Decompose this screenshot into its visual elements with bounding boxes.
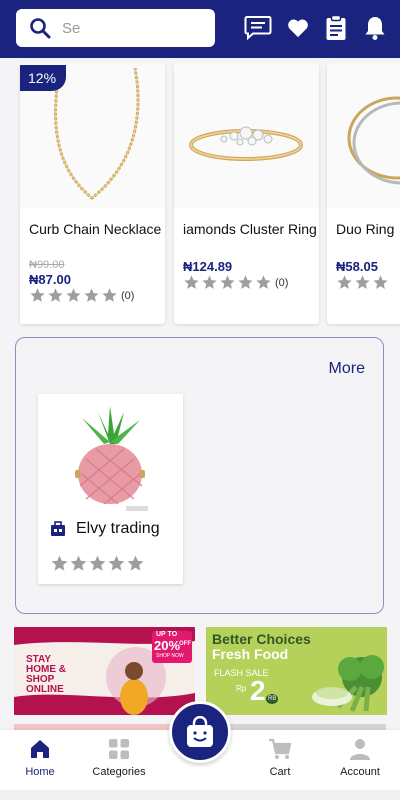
star-icon [108, 555, 125, 571]
product-card[interactable]: Duo Ring ₦58.05 [327, 63, 400, 324]
old-price: ₦99.00 [29, 259, 65, 271]
star-icon [337, 275, 352, 289]
rating-stars: (0) [29, 287, 134, 304]
product-name: iamonds Cluster Ring [183, 221, 317, 237]
rating-count: (0) [275, 276, 289, 289]
rating-stars [336, 274, 390, 291]
star-icon [127, 555, 144, 571]
star-icon [373, 275, 388, 289]
nav-cart-label: Cart [269, 766, 291, 778]
bell-icon[interactable] [361, 14, 389, 42]
star-icon [84, 288, 99, 302]
shop-now-label: SHOP NOW [156, 653, 184, 659]
search-bar[interactable] [16, 9, 215, 47]
up-to-label: UP TO [156, 631, 178, 638]
chat-icon[interactable] [244, 14, 272, 42]
grid-icon [109, 739, 129, 759]
flash-label: FLASH [214, 668, 244, 678]
star-icon [102, 288, 117, 302]
nav-account-label: Account [340, 766, 380, 778]
fresh-food-line-1: Better Choices [212, 631, 311, 647]
product-price: ₦58.05 [336, 259, 378, 274]
star-icon [70, 555, 87, 571]
product-carousel[interactable]: 12% Curb Chain Necklace ₦99.00 ₦87.00 (0… [0, 63, 400, 327]
star-icon [51, 555, 68, 571]
shopping-bag-icon [187, 716, 213, 747]
shop-online-headline: STAY HOME & SHOP ONLINE [26, 655, 66, 695]
home-icon [31, 740, 49, 758]
star-icon [184, 275, 199, 289]
person-icon [350, 739, 370, 760]
product-price: ₦87.00 [29, 272, 71, 287]
pink-pineapple-bag-image [75, 406, 148, 511]
system-bar [0, 790, 400, 800]
product-card[interactable]: iamonds Cluster Ring ₦124.89 (0) [174, 63, 319, 324]
search-input[interactable] [62, 19, 202, 37]
rating-count: (0) [121, 289, 135, 302]
discount-badge: 12% [20, 65, 67, 91]
store-icon [51, 521, 65, 536]
gold-duo-ring-image [327, 63, 400, 208]
diamond-cluster-ring-image [174, 63, 319, 208]
shops-section: More Elvy trading [15, 337, 384, 614]
nav-categories-label: Categories [92, 766, 146, 778]
nav-home[interactable]: Home [0, 738, 80, 778]
product-name: Curb Chain Necklace [29, 221, 162, 237]
currency-label: Rp [236, 684, 247, 693]
clipboard-icon[interactable] [322, 14, 350, 42]
center-shop-button[interactable] [169, 701, 231, 763]
star-icon [256, 275, 271, 289]
product-name: Duo Ring [336, 221, 395, 237]
star-icon [66, 288, 81, 302]
search-icon [30, 18, 51, 39]
discount-percent: 20% [154, 638, 181, 653]
off-label: OFF [179, 641, 191, 647]
nav-cart[interactable]: Cart [240, 738, 320, 778]
promo-banner-fresh-food[interactable]: Better Choices Fresh Food FLASH SALE Rp … [206, 627, 387, 715]
shop-name: Elvy trading [76, 520, 160, 537]
shop-name-row: Elvy trading [50, 520, 160, 538]
fresh-food-line-2: Fresh Food [212, 646, 289, 662]
product-card[interactable]: 12% Curb Chain Necklace ₦99.00 ₦87.00 (0… [20, 63, 165, 324]
nav-home-label: Home [25, 766, 55, 778]
nav-account[interactable]: Account [320, 738, 400, 778]
star-icon [89, 555, 106, 571]
price-amount: 2 [250, 675, 266, 706]
rating-stars: (0) [183, 274, 288, 291]
nav-categories[interactable]: Categories [79, 738, 159, 778]
star-icon [30, 288, 45, 302]
heart-icon[interactable] [284, 14, 312, 42]
star-icon [202, 275, 217, 289]
more-link[interactable]: More [329, 360, 365, 378]
cart-icon [269, 738, 292, 759]
headline-line-4: ONLINE [26, 684, 64, 695]
promo-banner-shop-online[interactable]: STAY HOME & SHOP ONLINE UP TO 20% OFF SH… [14, 627, 195, 715]
star-icon [48, 288, 63, 302]
product-price: ₦124.89 [183, 259, 233, 274]
shop-rating-stars [50, 554, 145, 573]
star-icon [220, 275, 235, 289]
star-icon [238, 275, 253, 289]
top-header [0, 0, 400, 58]
shop-card[interactable]: Elvy trading [38, 394, 183, 584]
star-icon [355, 275, 370, 289]
